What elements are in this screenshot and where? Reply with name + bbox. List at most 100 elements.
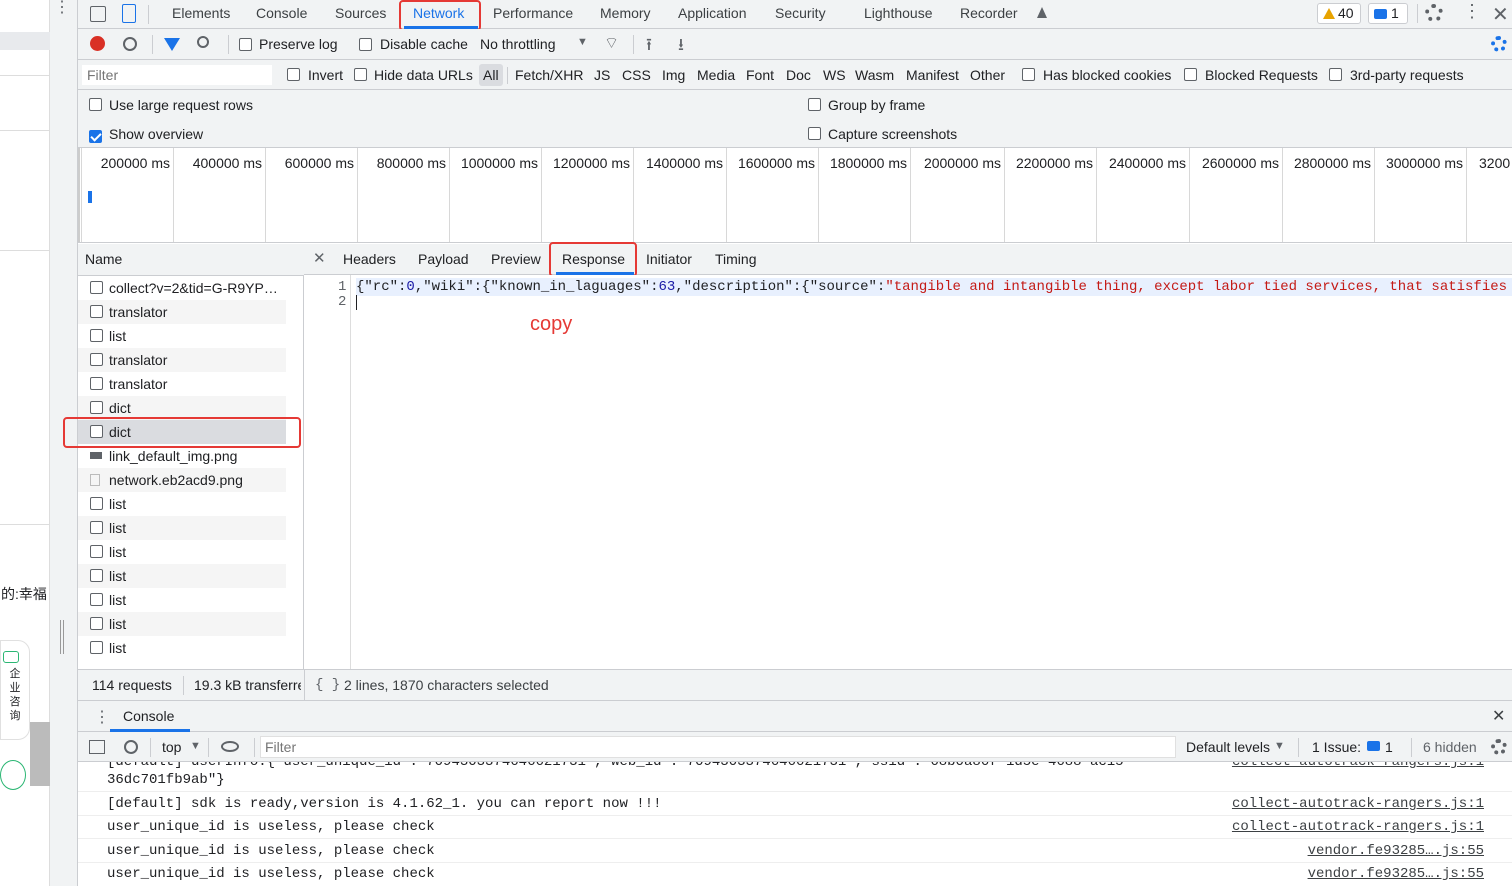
tab-memory[interactable]: Memory — [600, 0, 651, 29]
type-filter-manifest[interactable]: Manifest — [906, 67, 959, 83]
chevron-down-icon[interactable]: ▼ — [190, 740, 201, 752]
request-row[interactable]: list — [78, 564, 286, 588]
preserve-log-checkbox[interactable] — [239, 38, 252, 51]
warnings-badge[interactable]: 40 — [1317, 3, 1361, 24]
note-icon[interactable] — [0, 760, 26, 790]
name-column-header[interactable]: Name — [78, 244, 304, 276]
request-row[interactable]: list — [78, 636, 304, 660]
type-filter-fetch-xhr[interactable]: Fetch/XHR — [515, 67, 583, 83]
request-row[interactable]: collect?v=2&tid=G-R9YP… — [78, 276, 304, 300]
disable-cache-checkbox[interactable] — [359, 38, 372, 51]
console-source-link[interactable]: vendor.fe93285….js:55 — [1308, 840, 1484, 863]
context-select[interactable]: top — [162, 739, 181, 755]
invert-checkbox[interactable] — [287, 68, 300, 81]
device-toolbar-icon[interactable] — [122, 4, 136, 23]
type-filter-all[interactable]: All — [483, 67, 499, 83]
close-detail-icon[interactable]: ✕ — [313, 249, 326, 267]
third-party-checkbox[interactable] — [1329, 68, 1342, 81]
type-filter-wasm[interactable]: Wasm — [855, 67, 894, 83]
throttling-select[interactable]: No throttling — [480, 36, 555, 52]
network-conditions-icon[interactable]: ⌔ — [604, 33, 619, 53]
request-row[interactable]: translator — [78, 348, 286, 372]
close-devtools-icon[interactable]: ✕ — [1492, 2, 1509, 27]
import-har-icon[interactable]: ⭱ — [646, 32, 652, 61]
tab-security[interactable]: Security — [775, 0, 826, 29]
tab-lighthouse[interactable]: Lighthouse — [864, 0, 933, 29]
tab-recorder[interactable]: Recorder — [960, 0, 1018, 29]
type-filter-doc[interactable]: Doc — [786, 67, 811, 83]
chevron-down-icon[interactable]: ▼ — [1274, 740, 1285, 752]
console-source-link[interactable]: vendor.fe93285….js:55 — [1308, 863, 1484, 886]
tab-sources[interactable]: Sources — [335, 0, 386, 29]
tab-payload[interactable]: Payload — [418, 251, 469, 267]
clear-icon[interactable] — [123, 37, 137, 51]
large-rows-checkbox[interactable] — [89, 98, 102, 111]
sidebar-toggle-icon[interactable] — [89, 740, 105, 754]
console-filter-input[interactable] — [260, 736, 1176, 758]
type-filter-ws[interactable]: WS — [823, 67, 846, 83]
console-message[interactable]: user_unique_id is useless, please check c… — [78, 816, 1512, 839]
response-body[interactable]: 1 2 {"rc":0,"wiki":{"known_in_laguages":… — [304, 275, 1512, 669]
type-filter-css[interactable]: CSS — [622, 67, 651, 83]
type-filter-img[interactable]: Img — [662, 67, 685, 83]
drawer-tab-console[interactable]: Console — [123, 708, 174, 724]
more-vertical-icon[interactable]: ⋮ — [54, 0, 70, 16]
request-row[interactable]: list — [78, 324, 304, 348]
tab-timing[interactable]: Timing — [715, 251, 757, 267]
export-har-icon[interactable]: ⭳ — [678, 32, 684, 61]
tab-initiator[interactable]: Initiator — [646, 251, 692, 267]
request-row[interactable]: translator — [78, 300, 286, 324]
enterprise-consult-widget[interactable]: 企 业 咨 询 — [0, 640, 30, 740]
capture-screenshots-checkbox[interactable] — [808, 127, 821, 140]
filter-input[interactable] — [82, 65, 272, 85]
request-row[interactable]: list — [78, 516, 286, 540]
chevron-down-icon[interactable]: ▼ — [577, 36, 588, 48]
tab-elements[interactable]: Elements — [172, 0, 230, 29]
search-icon[interactable] — [197, 36, 209, 48]
console-source-link[interactable]: collect-autotrack-rangers.js:1 — [1232, 816, 1484, 839]
tab-headers[interactable]: Headers — [343, 251, 396, 267]
type-filter-font[interactable]: Font — [746, 67, 774, 83]
issue-icon — [1367, 741, 1380, 751]
type-filter-media[interactable]: Media — [697, 67, 735, 83]
record-icon[interactable] — [90, 36, 105, 51]
request-row[interactable]: list — [78, 588, 304, 612]
log-levels-select[interactable]: Default levels — [1186, 739, 1270, 755]
more-options-icon[interactable]: ⋮ — [1463, 1, 1481, 22]
console-source-link[interactable]: collect-autotrack-rangers.js:1 — [1232, 793, 1484, 816]
type-filter-other[interactable]: Other — [970, 67, 1005, 83]
console-message[interactable]: user_unique_id is useless, please check v… — [78, 863, 1512, 886]
type-filter-js[interactable]: JS — [594, 67, 610, 83]
close-drawer-icon[interactable]: ✕ — [1492, 706, 1505, 726]
tab-console[interactable]: Console — [256, 0, 307, 29]
issues-label[interactable]: 1 Issue: — [1312, 739, 1361, 755]
request-row[interactable]: network.eb2acd9.png — [78, 468, 286, 492]
clear-console-icon[interactable] — [124, 740, 138, 754]
request-row[interactable]: list — [78, 612, 286, 636]
response-line-1[interactable]: {"rc":0,"wiki":{"known_in_laguages":63,"… — [356, 278, 1512, 296]
live-expression-eye-icon[interactable] — [221, 741, 239, 752]
console-settings-gear-icon[interactable] — [1491, 739, 1507, 755]
tab-performance[interactable]: Performance — [493, 0, 573, 29]
resize-handle[interactable] — [60, 620, 64, 654]
inspect-element-icon[interactable] — [90, 6, 106, 22]
hide-data-urls-checkbox[interactable] — [354, 68, 367, 81]
has-blocked-cookies-checkbox[interactable] — [1022, 68, 1035, 81]
console-message[interactable]: user_unique_id is useless, please check v… — [78, 840, 1512, 863]
request-row[interactable]: list — [78, 492, 304, 516]
tab-application[interactable]: Application — [678, 0, 747, 29]
settings-gear-icon[interactable] — [1425, 4, 1443, 22]
blocked-requests-checkbox[interactable] — [1184, 68, 1197, 81]
tab-preview[interactable]: Preview — [491, 251, 541, 267]
network-settings-gear-icon[interactable] — [1491, 36, 1507, 52]
pretty-print-icon[interactable]: { } — [315, 677, 340, 693]
request-row[interactable]: list — [78, 540, 304, 564]
drawer-menu-icon[interactable]: ⋮ — [94, 707, 110, 727]
timeline-overview[interactable]: 200000 ms 400000 ms 600000 ms 800000 ms … — [78, 148, 1512, 243]
show-overview-checkbox[interactable] — [89, 129, 102, 143]
filter-funnel-icon[interactable] — [164, 38, 180, 51]
console-message[interactable]: [default] sdk is ready,version is 4.1.62… — [78, 793, 1512, 816]
messages-badge[interactable]: 1 — [1368, 3, 1408, 24]
group-by-frame-checkbox[interactable] — [808, 98, 821, 111]
request-row[interactable]: translator — [78, 372, 304, 396]
